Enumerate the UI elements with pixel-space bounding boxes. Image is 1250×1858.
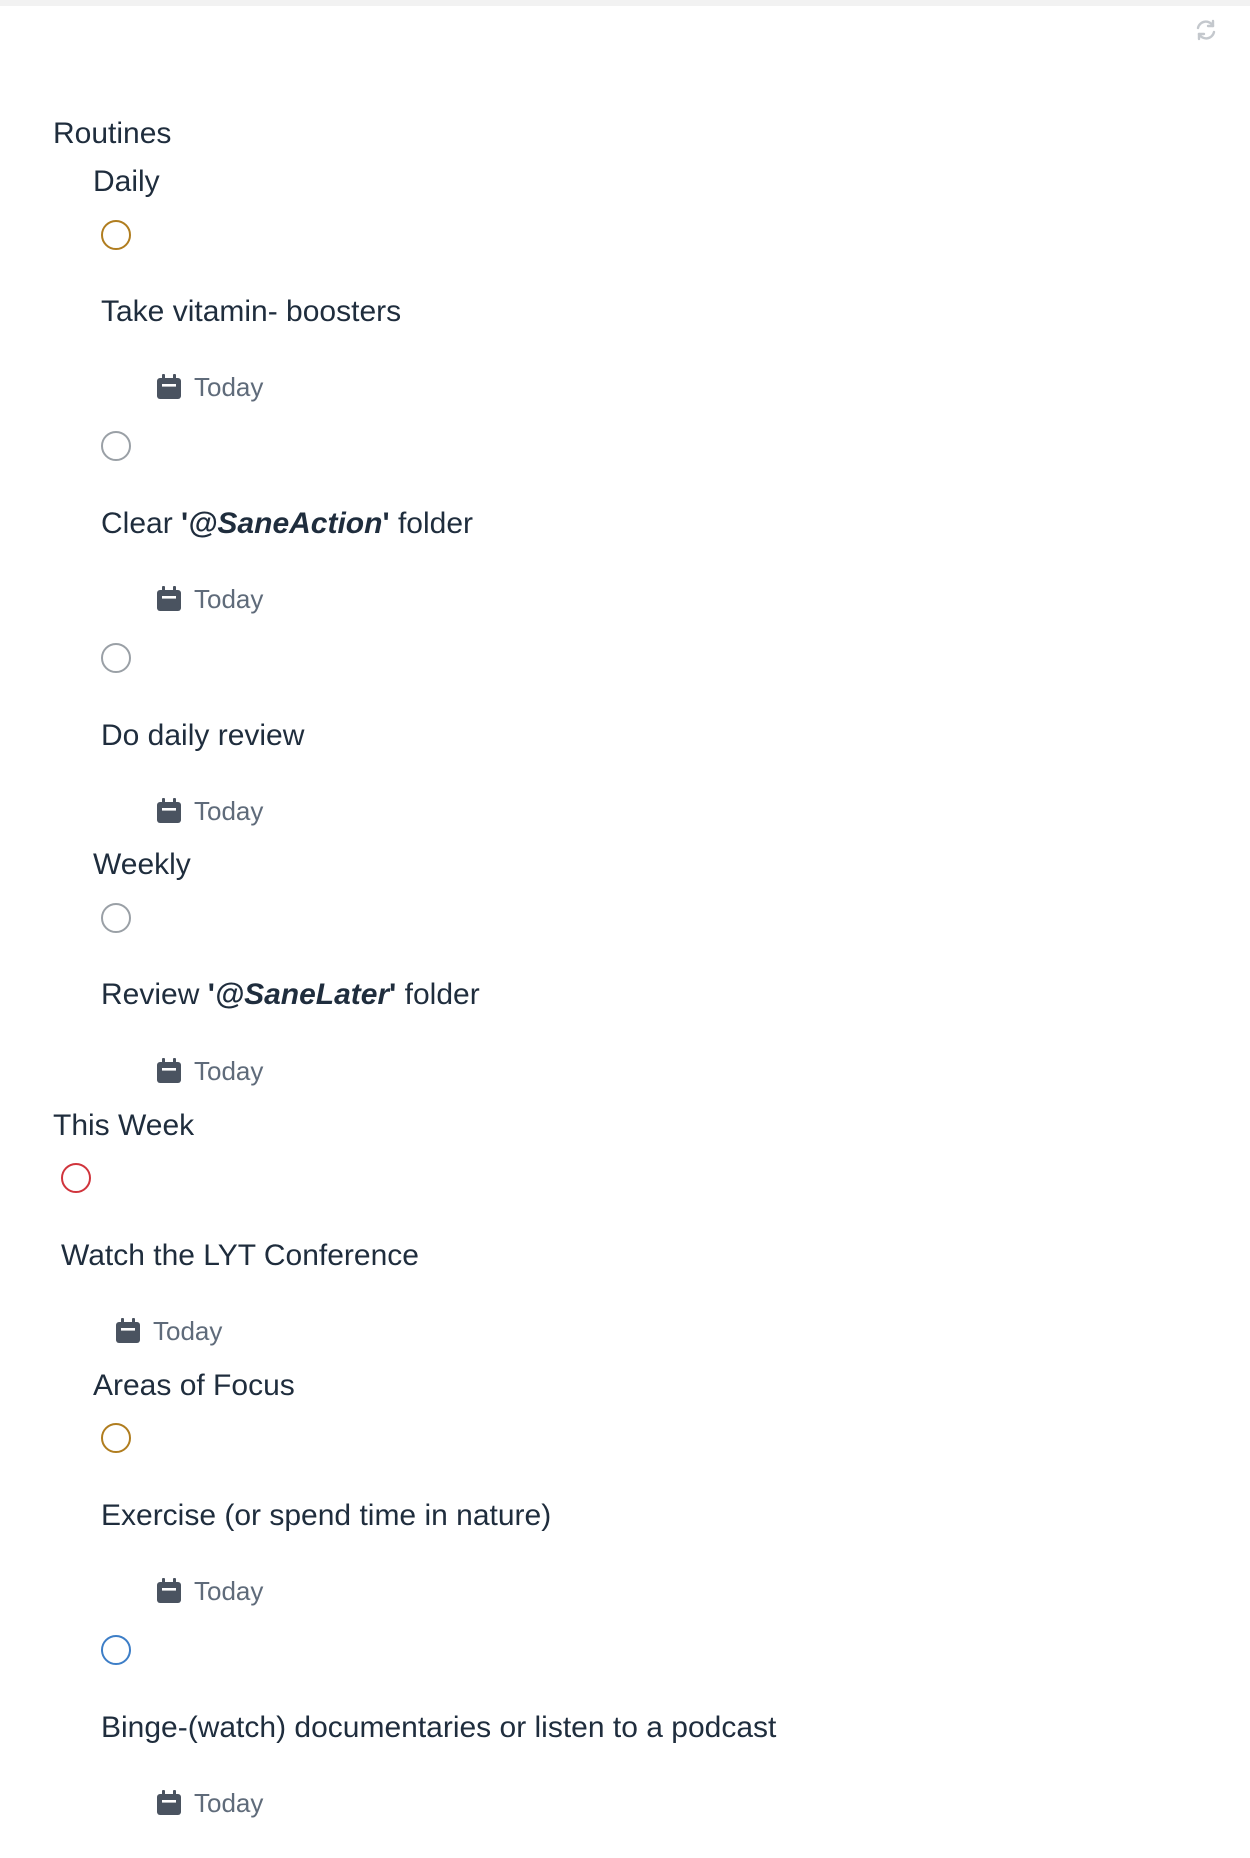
- task-title-prefix: Clear: [101, 507, 182, 540]
- due-date: Today: [115, 1316, 222, 1346]
- due-date: Today: [156, 372, 263, 402]
- task-title[interactable]: Exercise (or spend time in nature): [101, 1498, 551, 1534]
- task-title[interactable]: Binge-(watch) documentaries or listen to…: [101, 1710, 776, 1746]
- task-title[interactable]: Do daily review: [101, 718, 304, 754]
- due-date-label: Today: [153, 1315, 223, 1346]
- task-title-quote-open: ': [207, 978, 215, 1011]
- due-date-label: Today: [194, 1787, 264, 1818]
- calendar-icon: [157, 1790, 181, 1815]
- task-title[interactable]: Clear '@SaneAction' folder: [101, 506, 473, 542]
- task-checkbox[interactable]: [101, 431, 131, 461]
- due-date-label: Today: [194, 1575, 264, 1606]
- section-heading-routines: Routines: [53, 117, 172, 150]
- calendar-icon: [157, 586, 181, 611]
- due-date-label: Today: [194, 371, 264, 402]
- due-date-label: Today: [194, 1055, 264, 1086]
- due-date-label: Today: [194, 795, 264, 826]
- task-title-tag: @SaneLater: [214, 978, 390, 1011]
- task-title-prefix: Review: [101, 978, 208, 1011]
- task-checkbox[interactable]: [101, 643, 131, 673]
- calendar-icon: [157, 374, 181, 399]
- calendar-icon: [157, 1058, 181, 1083]
- due-date-label: Today: [194, 583, 264, 614]
- task-title[interactable]: Review '@SaneLater' folder: [101, 977, 480, 1013]
- task-title-suffix: folder: [389, 507, 473, 540]
- task-checkbox[interactable]: [101, 903, 131, 933]
- calendar-icon: [157, 1578, 181, 1603]
- task-checkbox[interactable]: [101, 1423, 131, 1453]
- due-date: Today: [156, 1576, 263, 1606]
- task-title[interactable]: Take vitamin- boosters: [101, 294, 401, 330]
- task-title[interactable]: Watch the LYT Conference: [61, 1238, 419, 1274]
- calendar-icon: [157, 798, 181, 823]
- task-title-suffix: folder: [396, 978, 480, 1011]
- due-date: Today: [156, 1056, 263, 1086]
- task-title-tag: @SaneAction: [188, 507, 383, 540]
- due-date: Today: [156, 1788, 263, 1818]
- due-date: Today: [156, 584, 263, 614]
- subsection-heading-weekly: Weekly: [93, 848, 191, 881]
- task-checkbox[interactable]: [101, 1635, 131, 1665]
- task-list: Routines Daily Take vitamin- boosters To…: [0, 0, 1250, 1858]
- task-checkbox[interactable]: [101, 220, 131, 250]
- calendar-icon: [116, 1318, 140, 1343]
- task-checkbox[interactable]: [61, 1163, 91, 1193]
- due-date: Today: [156, 796, 263, 826]
- section-heading-this-week: This Week: [53, 1109, 195, 1142]
- subsection-heading-areas-of-focus: Areas of Focus: [93, 1369, 295, 1402]
- task-title-quote-close: ': [382, 507, 390, 540]
- subsection-heading-daily: Daily: [93, 165, 160, 198]
